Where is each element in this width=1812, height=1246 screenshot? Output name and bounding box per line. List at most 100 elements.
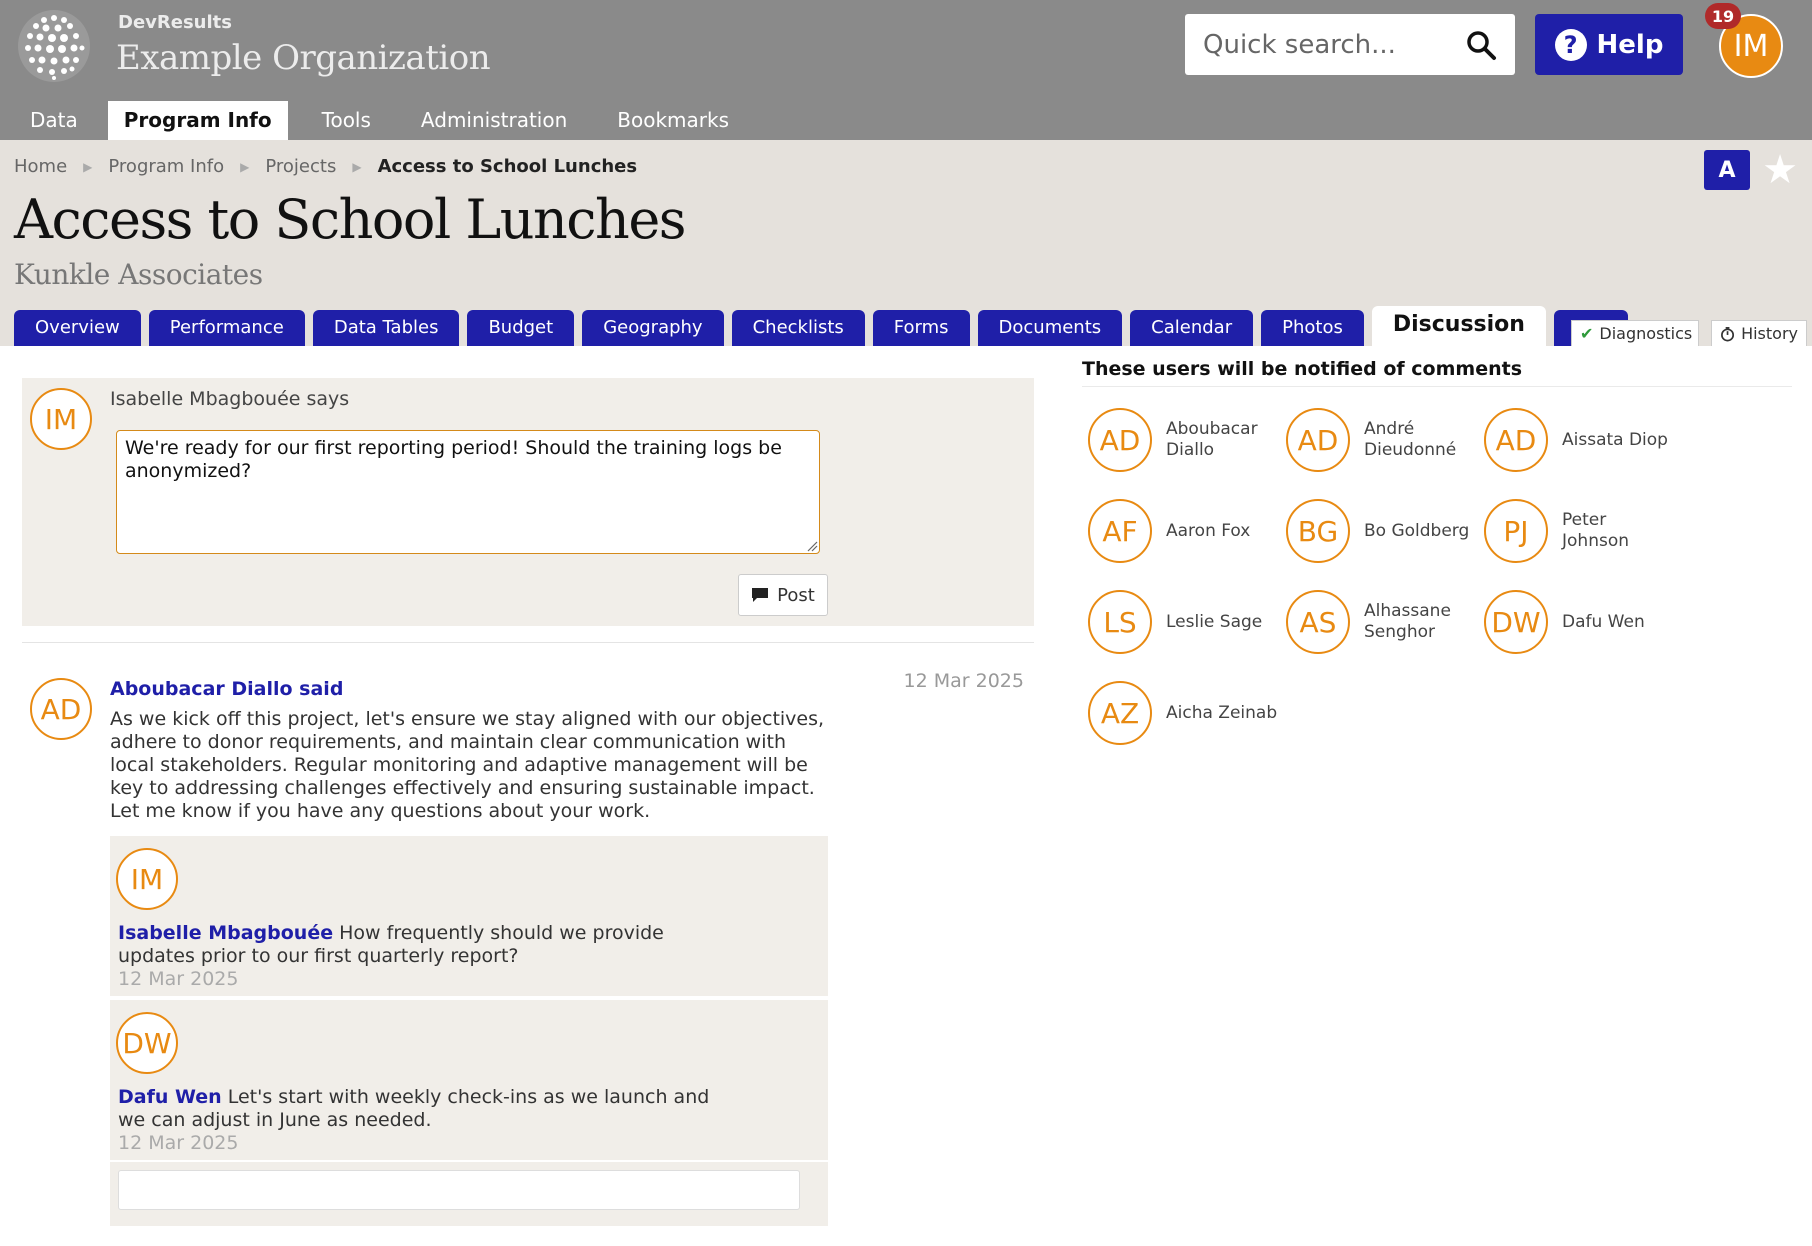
breadcrumb-current: Access to School Lunches [377,156,638,177]
avatar: IM [30,388,92,450]
comment-textarea[interactable]: We're ready for our first reporting peri… [116,430,820,554]
notified-user: PJ Peter Johnson [1478,499,1676,569]
comment-icon [752,588,769,602]
avatar: AS [1286,590,1350,654]
tab-calendar[interactable]: Calendar [1130,310,1254,346]
notified-user-name: Aicha Zeinab [1166,702,1278,723]
search-icon[interactable] [1465,29,1497,61]
notified-user-name: Aboubacar Diallo [1166,419,1258,460]
notified-user-name: Aissata Diop [1562,429,1668,450]
tab-overview[interactable]: Overview [14,310,141,346]
page-title: Access to School Lunches [14,188,686,251]
notified-user-name: Leslie Sage [1166,611,1263,632]
breadcrumb-separator-icon: ▶ [83,159,93,174]
main-nav: Data Program Info Tools Administration B… [0,101,763,140]
nav-item-administration[interactable]: Administration [405,101,583,140]
avatar: AF [1088,499,1152,563]
resize-handle-icon[interactable] [806,540,818,552]
compose-panel: IM Isabelle Mbagbouée says We're ready f… [22,378,1034,626]
avatar: AD [30,678,92,740]
reply-text: Dafu Wen Let's start with weekly check-i… [118,1086,728,1132]
notified-user-name: André Dieudonné [1364,419,1457,460]
tab-geography[interactable]: Geography [582,310,724,346]
reply-author[interactable]: Dafu Wen [118,1086,222,1108]
diagnostics-tab[interactable]: ✔ Diagnostics [1571,320,1699,346]
notified-user-name: Bo Goldberg [1364,520,1470,541]
divider [1082,386,1792,387]
app-root: DevResults Example Organization ? Help I… [0,0,1812,1246]
breadcrumb: Home ▶ Program Info ▶ Projects ▶ Access … [14,156,637,177]
notified-user: LS Leslie Sage [1082,590,1280,660]
nav-item-data[interactable]: Data [0,101,94,140]
tab-documents[interactable]: Documents [977,310,1123,346]
comment-date: 12 Mar 2025 [903,670,1024,692]
quick-search [1185,14,1515,75]
avatar: AD [1286,408,1350,472]
tab-forms[interactable]: Forms [872,310,970,346]
nav-item-tools[interactable]: Tools [306,101,387,140]
notified-user: BG Bo Goldberg [1280,499,1478,569]
notified-user: DW Dafu Wen [1478,590,1676,660]
reply-text: Isabelle Mbagbouée How frequently should… [118,922,728,968]
page-subtitle: Kunkle Associates [14,258,263,291]
comment-body: As we kick off this project, let's ensur… [110,708,825,822]
avatar: DW [116,1012,178,1074]
a-button[interactable]: A [1704,150,1750,190]
avatar: LS [1088,590,1152,654]
organization-name[interactable]: Example Organization [116,38,491,78]
devresults-logo-icon[interactable] [16,8,92,84]
check-icon: ✔ [1580,324,1594,343]
help-button[interactable]: ? Help [1535,14,1683,75]
breadcrumb-program-info[interactable]: Program Info [108,156,224,177]
notified-user-name: Dafu Wen [1562,611,1645,632]
reply-box [110,1162,828,1226]
breadcrumb-projects[interactable]: Projects [265,156,336,177]
avatar: IM [116,848,178,910]
avatar: BG [1286,499,1350,563]
avatar: AD [1484,408,1548,472]
notified-user: AD Aissata Diop [1478,408,1676,478]
breadcrumb-separator-icon: ▶ [240,159,250,174]
breadcrumb-separator-icon: ▶ [352,159,362,174]
help-label: Help [1596,29,1664,60]
brand-name: DevResults [118,12,232,33]
notified-user: AS Alhassane Senghor [1280,590,1478,660]
tab-data-tables[interactable]: Data Tables [312,310,460,346]
reply-item: IM Isabelle Mbagbouée How frequently sho… [110,836,828,996]
avatar: DW [1484,590,1548,654]
diagnostics-label: Diagnostics [1599,324,1693,343]
reply-input[interactable] [118,1170,800,1210]
tab-discussion[interactable]: Discussion [1371,306,1546,346]
notified-user-name: Alhassane Senghor [1364,601,1451,642]
post-button[interactable]: Post [738,574,828,616]
nav-item-bookmarks[interactable]: Bookmarks [601,101,745,140]
breadcrumb-home[interactable]: Home [14,156,67,177]
question-circle-icon: ? [1554,28,1587,61]
reply-date: 12 Mar 2025 [118,968,239,990]
nav-item-program-info[interactable]: Program Info [107,101,288,140]
reply-item: DW Dafu Wen Let's start with weekly chec… [110,1000,828,1160]
history-icon [1721,326,1735,341]
compose-author-label: Isabelle Mbagbouée says [110,388,350,410]
avatar: AZ [1088,681,1152,745]
search-input[interactable] [1203,14,1463,75]
notified-user: AD André Dieudonné [1280,408,1478,478]
notified-user-name: Aaron Fox [1166,520,1251,541]
notified-user: AZ Aicha Zeinab [1082,681,1280,751]
notification-badge[interactable]: 19 [1705,3,1741,29]
project-tabs: Overview Performance Data Tables Budget … [14,306,1629,346]
history-tab[interactable]: History [1711,320,1807,346]
star-icon[interactable]: ★ [1760,150,1800,190]
avatar: PJ [1484,499,1548,563]
tab-budget[interactable]: Budget [467,310,575,346]
divider [22,642,1034,643]
tab-checklists[interactable]: Checklists [731,310,865,346]
reply-author[interactable]: Isabelle Mbagbouée [118,922,333,944]
notified-users-title: These users will be notified of comments [1082,358,1523,380]
tab-performance[interactable]: Performance [148,310,305,346]
history-label: History [1741,324,1798,343]
comment-author[interactable]: Aboubacar Diallo said [110,678,343,700]
tab-photos[interactable]: Photos [1261,310,1364,346]
notified-user-name: Peter Johnson [1562,510,1629,551]
top-header: DevResults Example Organization ? Help I… [0,0,1812,140]
